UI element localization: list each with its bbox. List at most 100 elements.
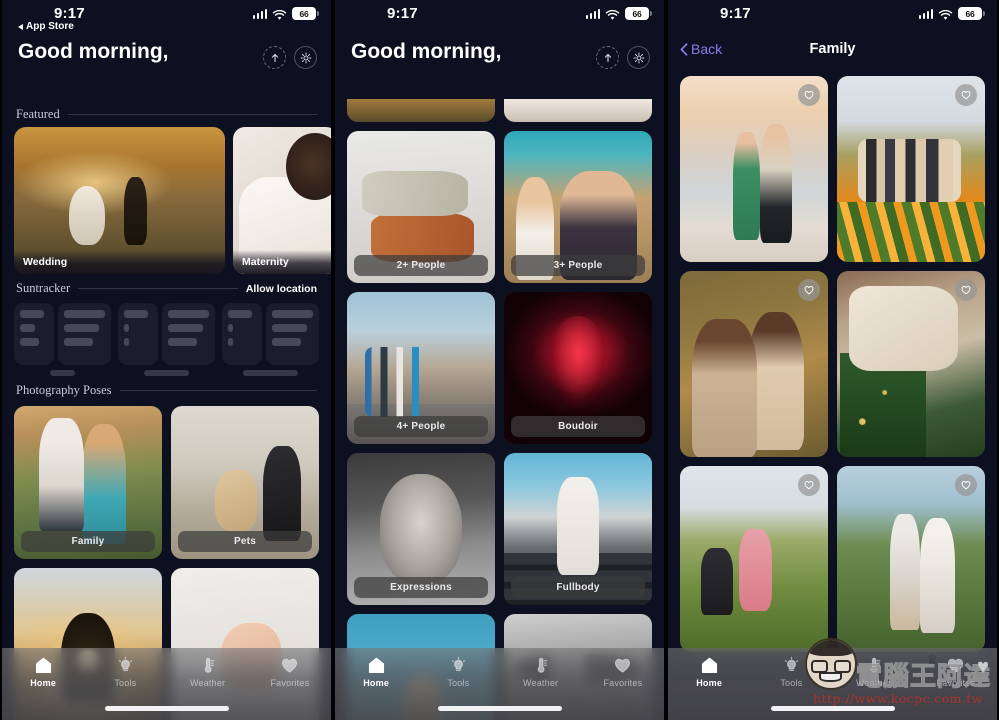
tab-weather[interactable]: Weather	[167, 656, 249, 688]
photo-grid[interactable]	[668, 72, 997, 652]
skeleton-card	[118, 303, 158, 365]
section-title: Photography Poses	[16, 383, 112, 397]
tab-bar-family[interactable]: Home Tools Weather Favorites	[668, 648, 997, 720]
status-bar-poses: 9:17 66	[335, 0, 664, 30]
section-header-featured: Featured	[2, 100, 331, 127]
gear-icon[interactable]	[294, 46, 317, 69]
featured-card-maternity[interactable]: Maternity	[233, 127, 331, 274]
photo-card[interactable]	[680, 76, 828, 262]
skeleton-group	[14, 303, 111, 376]
status-bar-family: 9:17 66	[668, 0, 997, 30]
status-time: 9:17	[387, 5, 418, 22]
allow-location-button[interactable]: Allow location	[246, 283, 317, 295]
upload-arrow-icon[interactable]	[596, 46, 619, 69]
page-title: Good morning,	[18, 40, 169, 63]
app-store-label: App Store	[26, 21, 74, 32]
heart-outline-icon	[961, 91, 971, 100]
favorite-button[interactable]	[955, 279, 977, 301]
pose-card-fullbody[interactable]: Fullbody	[504, 453, 652, 605]
tab-label: Home	[363, 678, 390, 688]
pose-card-4plus-people[interactable]: 4+ People	[347, 292, 495, 444]
tab-tools[interactable]: Tools	[417, 656, 499, 688]
featured-card-wedding[interactable]: Wedding	[14, 127, 225, 274]
tab-weather[interactable]: Weather	[833, 656, 915, 688]
section-title: Suntracker	[16, 281, 71, 295]
greeting-header-home: Good morning,	[2, 30, 331, 71]
battery-icon: 66	[625, 7, 652, 20]
tab-weather[interactable]: Weather	[500, 656, 582, 688]
gear-icon[interactable]	[627, 46, 650, 69]
upload-arrow-icon[interactable]	[263, 46, 286, 69]
greeting-header-poses: Good morning,	[335, 30, 664, 71]
skeleton-card	[265, 303, 319, 365]
battery-icon: 66	[958, 7, 985, 20]
featured-carousel[interactable]: Wedding Maternity	[2, 127, 331, 274]
home-scroll-body[interactable]: Featured Wedding Maternity Suntracker Al…	[2, 100, 331, 720]
favorite-button[interactable]	[798, 279, 820, 301]
photo-card[interactable]	[837, 76, 985, 262]
pose-grid-scrolled[interactable]: 2+ People 3+ People 4+ People Boudoir Ex…	[335, 122, 664, 720]
wifi-icon	[272, 8, 287, 20]
app-store-return-link[interactable]: App Store	[18, 21, 74, 32]
tab-tools[interactable]: Tools	[84, 656, 166, 688]
pose-card-2plus-people[interactable]: 2+ People	[347, 131, 495, 283]
tab-tools[interactable]: Tools	[750, 656, 832, 688]
tab-home[interactable]: Home	[2, 656, 84, 688]
tab-favorites[interactable]: Favorites	[582, 656, 664, 688]
page-title: Family	[809, 41, 856, 57]
pose-card-wedding-partial[interactable]	[347, 99, 495, 122]
heart-outline-icon	[961, 481, 971, 490]
card-label: Expressions	[354, 577, 488, 598]
home-indicator[interactable]	[104, 706, 229, 711]
pose-card-pets[interactable]: Pets	[171, 406, 319, 559]
tab-label: Home	[696, 678, 723, 688]
pose-card-maternity-partial[interactable]	[504, 99, 652, 122]
suntracker-skeleton	[2, 301, 331, 376]
skeleton-group	[118, 303, 215, 376]
pose-card-3plus-people[interactable]: 3+ People	[504, 131, 652, 283]
pose-card-expressions[interactable]: Expressions	[347, 453, 495, 605]
tab-label: Tools	[780, 678, 803, 688]
card-label: Family	[21, 531, 155, 552]
pose-card-family[interactable]: Family	[14, 406, 162, 559]
tab-bar-home[interactable]: Home Tools Weather Favorites	[2, 648, 331, 720]
tab-favorites[interactable]: Favorites	[915, 656, 997, 688]
favorite-button[interactable]	[798, 474, 820, 496]
card-label: Pets	[178, 531, 312, 552]
tab-label: Weather	[855, 678, 892, 688]
photo-card[interactable]	[837, 271, 985, 457]
partial-row-top[interactable]	[335, 96, 664, 122]
tab-home[interactable]: Home	[335, 656, 417, 688]
section-header-suntracker: Suntracker Allow location	[2, 274, 331, 301]
skeleton-card	[14, 303, 54, 365]
tab-bar-poses[interactable]: Home Tools Weather Favorites	[335, 648, 664, 720]
photo-card[interactable]	[837, 466, 985, 652]
favorite-button[interactable]	[955, 84, 977, 106]
photo-card[interactable]	[680, 271, 828, 457]
family-scroll-body[interactable]	[668, 72, 997, 720]
back-button[interactable]: Back	[680, 41, 722, 57]
tab-favorites[interactable]: Favorites	[249, 656, 331, 688]
page-title: Good morning,	[351, 40, 502, 63]
battery-level: 66	[632, 8, 642, 19]
section-divider	[67, 114, 317, 115]
card-photo	[504, 99, 652, 122]
tab-home[interactable]: Home	[668, 656, 750, 688]
heart-outline-icon	[804, 481, 814, 490]
home-indicator[interactable]	[770, 706, 895, 711]
status-bar-home: App Store 9:17 66	[2, 0, 331, 32]
favorite-button[interactable]	[955, 474, 977, 496]
photo-card[interactable]	[680, 466, 828, 652]
favorite-button[interactable]	[798, 84, 820, 106]
screen-poses-scrolled: 9:17 66 Good morning, 2+ People 3+ Peopl…	[333, 0, 666, 720]
card-photo	[347, 99, 495, 122]
header-actions	[263, 46, 317, 69]
pose-card-boudoir[interactable]: Boudoir	[504, 292, 652, 444]
tab-label: Favorites	[603, 678, 643, 688]
skeleton-card	[161, 303, 215, 365]
screen-family-list: 9:17 66 Back Family Home Tools Weather F…	[666, 0, 999, 720]
poses-scroll-body[interactable]: 2+ People 3+ People 4+ People Boudoir Ex…	[335, 96, 664, 720]
card-label: Maternity	[233, 250, 331, 274]
battery-icon: 66	[292, 7, 319, 20]
home-indicator[interactable]	[437, 706, 562, 711]
